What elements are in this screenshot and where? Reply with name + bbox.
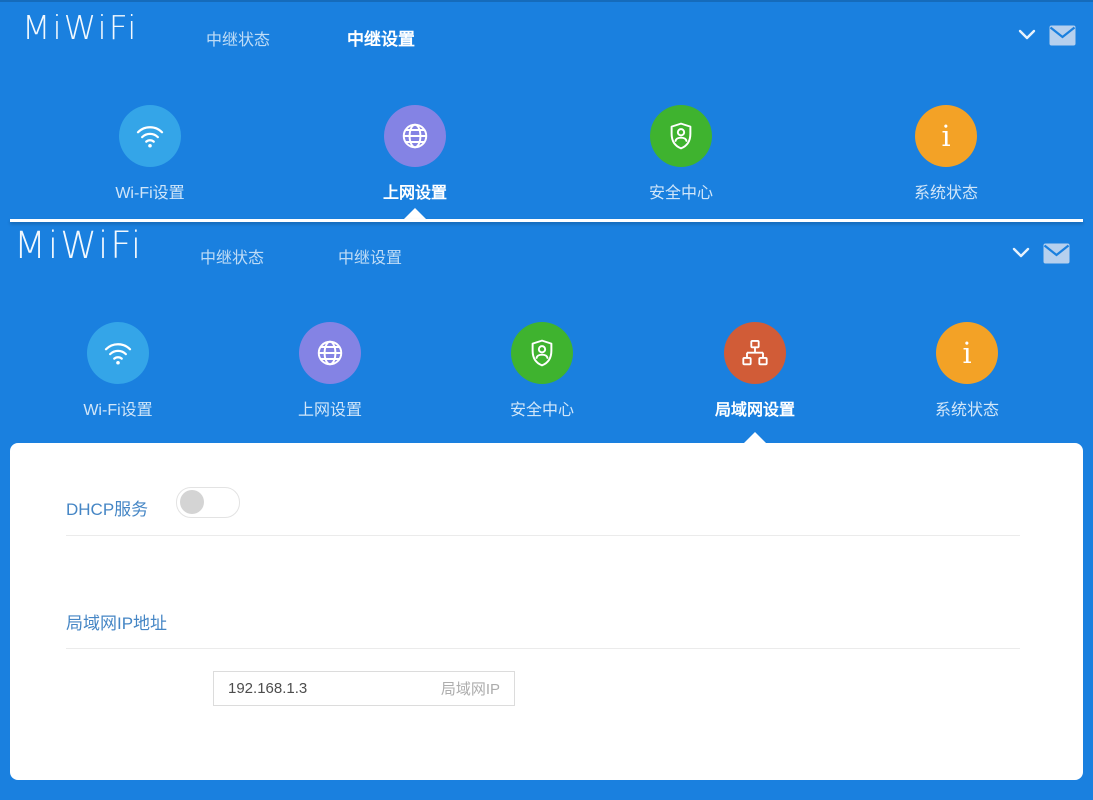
quicknav-label: 局域网设置 (714, 402, 795, 419)
chevron-down-icon[interactable] (1018, 29, 1036, 40)
quicknav-wifi-settings[interactable]: Wi-Fi设置 (38, 322, 198, 420)
miwifi-logo: MiWiFi (22, 8, 139, 47)
dhcp-toggle[interactable] (176, 487, 240, 518)
quicknav-label: 上网设置 (297, 402, 362, 419)
quicknav-label: Wi-Fi设置 (115, 185, 185, 202)
miwifi-logo: MiWiFi (14, 224, 144, 267)
divider (66, 535, 1020, 536)
globe-icon (299, 322, 361, 384)
mail-icon[interactable] (1049, 25, 1076, 46)
toggle-knob (180, 490, 204, 514)
quicknav-label: Wi-Fi设置 (83, 402, 153, 419)
panel-edge-top-section (10, 219, 1083, 222)
mail-icon[interactable] (1043, 243, 1070, 264)
lan-settings-panel: DHCP服务 局域网IP地址 局域网IP (10, 443, 1083, 780)
quicknav-system-status[interactable]: i 系统状态 (866, 105, 1026, 203)
tab-repeater-status[interactable]: 中继状态 (200, 244, 264, 268)
tab-repeater-status[interactable]: 中继状态 (206, 26, 270, 50)
shield-icon (650, 105, 712, 167)
quicknav-label: 安全中心 (509, 402, 574, 419)
chevron-down-icon[interactable] (1012, 247, 1030, 258)
panel-notch-lan-settings (744, 432, 766, 443)
dhcp-service-label: DHCP服务 (66, 500, 149, 519)
quicknav-label: 系统状态 (913, 185, 978, 202)
shield-icon (511, 322, 573, 384)
quicknav-security-center[interactable]: 安全中心 (462, 322, 622, 420)
svg-text:i: i (962, 337, 971, 370)
tab-repeater-settings[interactable]: 中继设置 (347, 25, 415, 50)
quicknav-internet-settings[interactable]: 上网设置 (250, 322, 410, 420)
lan-ip-heading: 局域网IP地址 (66, 614, 168, 633)
miwifi-app: MiWiFi 中继状态 中继设置 Wi-Fi设置 上网设置 安全中心 i 系统状… (0, 0, 1093, 800)
quicknav-internet-settings[interactable]: 上网设置 (335, 105, 495, 203)
quicknav-lan-settings[interactable]: 局域网设置 (675, 322, 835, 420)
svg-text:i: i (941, 120, 950, 153)
info-icon: i (936, 322, 998, 384)
wifi-icon (87, 322, 149, 384)
divider (66, 648, 1020, 649)
quicknav-system-status[interactable]: i 系统状态 (887, 322, 1047, 420)
quicknav-security-center[interactable]: 安全中心 (601, 105, 761, 203)
panel-notch-top-section (404, 208, 426, 219)
wifi-icon (119, 105, 181, 167)
window-top-shadow (0, 0, 1093, 2)
quicknav-label: 安全中心 (648, 185, 713, 202)
quicknav-wifi-settings[interactable]: Wi-Fi设置 (70, 105, 230, 203)
tab-repeater-settings[interactable]: 中继设置 (338, 244, 402, 268)
quicknav-label: 上网设置 (382, 185, 447, 202)
lan-ip-input[interactable] (214, 672, 514, 705)
quicknav-label: 系统状态 (934, 402, 999, 419)
globe-icon (384, 105, 446, 167)
info-icon: i (915, 105, 977, 167)
network-icon (724, 322, 786, 384)
lan-ip-field-wrap: 局域网IP (213, 671, 515, 706)
